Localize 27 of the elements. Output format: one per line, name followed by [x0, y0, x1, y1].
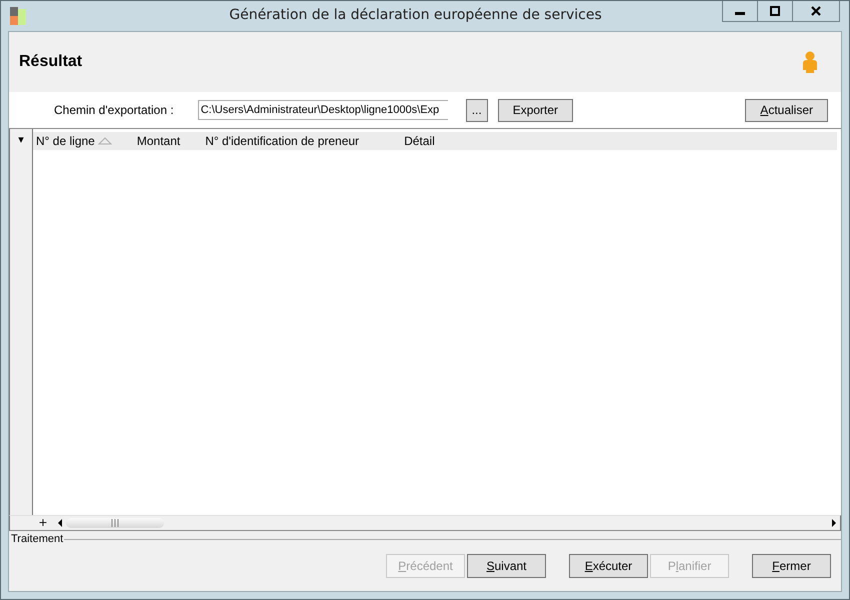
add-row-button[interactable]: +	[32, 517, 54, 529]
browse-button[interactable]: ...	[466, 98, 488, 122]
close-icon	[811, 6, 821, 16]
window-title: Génération de la déclaration européenne de services	[228, 7, 603, 23]
column-chooser-icon[interactable]: ▾	[18, 133, 24, 147]
action-button[interactable]: Fermer	[752, 554, 831, 578]
section-title: Résultat	[19, 53, 82, 71]
minimize-button[interactable]	[722, 1, 758, 22]
column-header[interactable]: Montant	[134, 134, 180, 148]
action-button[interactable]: Suivant	[467, 554, 546, 578]
column-header[interactable]: Détail	[401, 134, 435, 148]
export-path-label: Chemin d'exportation :	[54, 103, 174, 117]
sort-arrow-icon	[98, 137, 112, 145]
scroll-right-icon[interactable]	[830, 518, 838, 528]
column-header[interactable]: N° de ligne	[33, 134, 112, 148]
export-path-field[interactable]: C:\Users\Administrateur\Desktop\ligne1000s\Exp	[198, 100, 448, 120]
action-button[interactable]: Exécuter	[569, 554, 648, 578]
app-icon	[10, 7, 26, 25]
close-button[interactable]	[792, 1, 840, 22]
refresh-button[interactable]: Actualiser	[745, 98, 828, 122]
scroll-left-icon[interactable]	[56, 518, 64, 528]
group-title: Traitement	[11, 533, 64, 545]
scrollbar-thumb[interactable]	[66, 518, 164, 528]
column-header[interactable]: N° d'identification de preneur	[202, 134, 360, 148]
maximize-icon	[770, 6, 780, 16]
export-button[interactable]: Exporter	[498, 98, 574, 122]
person-icon	[801, 51, 819, 73]
